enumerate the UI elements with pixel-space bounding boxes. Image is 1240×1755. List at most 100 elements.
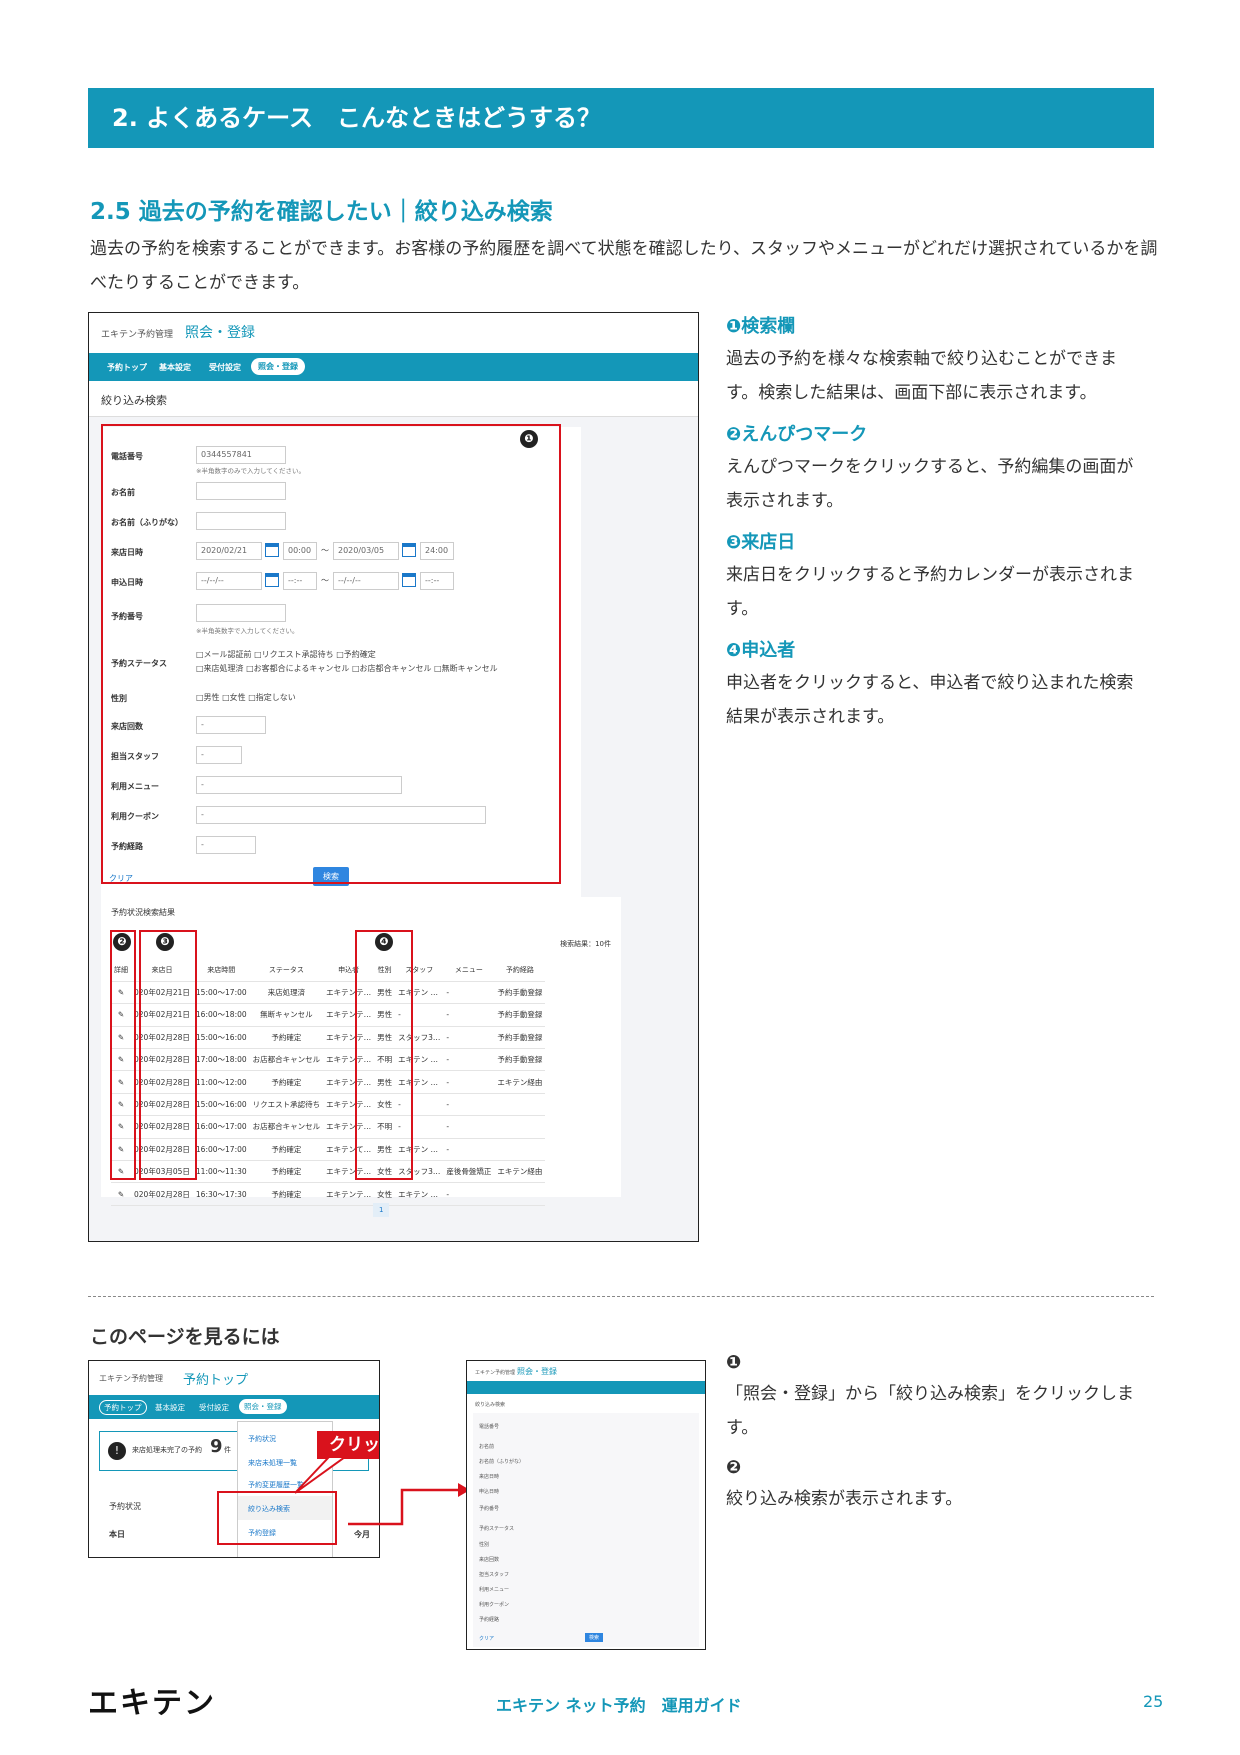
visit-date-link[interactable]: 020年02月28日 bbox=[131, 1182, 193, 1206]
table-cell: - bbox=[443, 1138, 495, 1162]
nav-basic[interactable]: 基本設定 bbox=[155, 1402, 185, 1413]
results-header: メニュー bbox=[443, 959, 495, 982]
callout-3-body: 来店日をクリックすると予約カレンダーが表示されます。 bbox=[726, 565, 1134, 619]
thumb-kana: お名前（ふりがな） bbox=[479, 1459, 525, 1465]
table-cell: 17:00〜18:00 bbox=[192, 1048, 250, 1072]
pager-1[interactable]: 1 bbox=[373, 1203, 390, 1217]
pencil-column-highlight bbox=[110, 930, 136, 1180]
brand-logo: エキテン bbox=[88, 1686, 216, 1721]
table-cell: - bbox=[443, 1115, 495, 1139]
nav-top-pill[interactable]: 予約トップ bbox=[99, 1400, 147, 1415]
thumb-number: 予約番号 bbox=[479, 1506, 500, 1512]
step-2-num: ❷ bbox=[726, 1457, 742, 1478]
callout-3-title: ❸来店日 bbox=[726, 532, 796, 553]
sub-title: 絞り込み検索 bbox=[101, 394, 167, 407]
table-cell bbox=[494, 1182, 546, 1206]
results-title: 予約状況検索結果 bbox=[111, 908, 175, 917]
step-1-text: 「照会・登録」から「絞り込み検索」をクリックします。 bbox=[726, 1384, 1134, 1438]
thumb-gender: 性別 bbox=[479, 1542, 490, 1548]
thumb-sub-title: 絞り込み検索 bbox=[475, 1402, 506, 1408]
thumb-phone: 電話番号 bbox=[479, 1424, 500, 1430]
table-cell: - bbox=[443, 1182, 495, 1206]
menu-item-status[interactable]: 予約状況 bbox=[248, 1434, 276, 1444]
table-cell: 11:00〜11:30 bbox=[192, 1160, 250, 1184]
table-cell: 無断キャンセル bbox=[249, 1003, 324, 1027]
marker-1: ❶ bbox=[520, 430, 538, 448]
thumb-route: 予約経路 bbox=[479, 1617, 500, 1623]
nav-app-name: エキテン予約管理 bbox=[99, 1374, 163, 1383]
nav-reception[interactable]: 受付設定 bbox=[209, 362, 241, 373]
footer-title: エキテン ネット予約 運用ガイド bbox=[496, 1696, 742, 1715]
notice-unit: 件 bbox=[224, 1446, 231, 1454]
table-cell: - bbox=[443, 1026, 495, 1050]
table-cell: 11:00〜12:00 bbox=[192, 1070, 250, 1094]
table-cell: 予約手動登録 bbox=[494, 981, 546, 1005]
notice-text: 来店処理未完了の予約 bbox=[132, 1446, 202, 1454]
table-cell: 女性 bbox=[374, 1182, 396, 1206]
callout-2-title: ❷えんぴつマーク bbox=[726, 424, 868, 445]
table-cell bbox=[494, 1093, 546, 1117]
table-cell: 予約確定 bbox=[249, 1182, 324, 1206]
thumb-clear: クリア bbox=[479, 1636, 495, 1642]
nav-bar: 予約トップ 基本設定 受付設定 照会・登録 bbox=[89, 1395, 379, 1419]
status-heading: 予約状況 bbox=[109, 1502, 141, 1511]
nav-reception[interactable]: 受付設定 bbox=[199, 1402, 229, 1413]
marker-2: ❷ bbox=[113, 933, 131, 951]
date-column-highlight bbox=[139, 930, 197, 1180]
table-cell: - bbox=[443, 981, 495, 1005]
menu-highlight bbox=[217, 1491, 337, 1545]
nav-basic[interactable]: 基本設定 bbox=[159, 362, 191, 373]
table-cell: エキテン … bbox=[395, 1182, 444, 1206]
page-number: 25 bbox=[1143, 1692, 1164, 1711]
thumb-visit: 来店日時 bbox=[479, 1474, 500, 1480]
table-cell: - bbox=[443, 1070, 495, 1094]
table-cell: - bbox=[443, 1003, 495, 1027]
callout-4-body: 申込者をクリックすると、申込者で絞り込まれた検索結果が表示されます。 bbox=[726, 673, 1134, 727]
thumb-staff: 担当スタッフ bbox=[479, 1572, 510, 1578]
search-screenshot: エキテン予約管理 照会・登録 予約トップ 基本設定 受付設定 照会・登録 絞り込… bbox=[88, 312, 699, 1242]
thumb-apply: 申込日時 bbox=[479, 1489, 500, 1495]
thumb-search: 検索 bbox=[585, 1633, 604, 1642]
table-cell bbox=[494, 1138, 546, 1162]
thumb-menu: 利用メニュー bbox=[479, 1587, 510, 1593]
thumb-coupon: 利用クーポン bbox=[479, 1602, 510, 1608]
applicant-column-highlight bbox=[355, 930, 413, 1180]
sub-header: 絞り込み検索 bbox=[89, 381, 698, 417]
pencil-icon[interactable]: ✎ bbox=[111, 1182, 131, 1206]
results-count: 検索結果：10件 bbox=[560, 940, 611, 948]
thumb-status: 予約ステータス bbox=[479, 1526, 515, 1532]
table-cell: 16:00〜17:00 bbox=[192, 1138, 250, 1162]
table-cell: - bbox=[443, 1048, 495, 1072]
table-cell: 15:00〜16:00 bbox=[192, 1093, 250, 1117]
alert-icon: ! bbox=[108, 1442, 126, 1460]
table-cell: 産後骨盤矯正 bbox=[443, 1160, 495, 1184]
table-cell: お店都合キャンセル bbox=[249, 1115, 324, 1139]
callout-2-body: えんぴつマークをクリックすると、予約編集の画面が表示されます。 bbox=[726, 457, 1134, 511]
howto-steps: ❶ 「照会・登録」から「絞り込み検索」をクリックします。 ❷ 絞り込み検索が表示… bbox=[726, 1352, 1156, 1516]
app-nav: 予約トップ 基本設定 受付設定 照会・登録 bbox=[89, 353, 698, 381]
thumb-page-name: 照会・登録 bbox=[517, 1367, 557, 1376]
results-header: 予約経路 bbox=[494, 959, 546, 982]
nav-top[interactable]: 予約トップ bbox=[107, 362, 147, 373]
thumb-nav bbox=[467, 1381, 705, 1394]
page-name: 照会・登録 bbox=[185, 325, 255, 341]
table-cell: エキテン経由 bbox=[494, 1070, 546, 1094]
table-cell: 15:00〜16:00 bbox=[192, 1026, 250, 1050]
table-cell: 16:30〜17:30 bbox=[192, 1182, 250, 1206]
divider bbox=[88, 1296, 1154, 1297]
step-2-text: 絞り込み検索が表示されます。 bbox=[726, 1489, 963, 1509]
table-cell bbox=[494, 1115, 546, 1139]
app-header: エキテン予約管理 照会・登録 bbox=[89, 313, 698, 353]
nav-screenshot: エキテン予約管理 予約トップ 予約トップ 基本設定 受付設定 照会・登録 ! 来… bbox=[88, 1360, 380, 1558]
flow-arrow-icon bbox=[348, 1483, 470, 1526]
nav-inquiry[interactable]: 照会・登録 bbox=[251, 358, 305, 375]
notice-count: 9 bbox=[210, 1436, 223, 1457]
chapter-heading: 2. よくあるケース こんなときはどうする？ bbox=[88, 88, 1154, 148]
thumb-name: お名前 bbox=[479, 1444, 495, 1450]
search-area-highlight bbox=[101, 424, 561, 884]
applicant-link[interactable]: エキテンテ… bbox=[323, 1182, 375, 1206]
results-header: ステータス bbox=[249, 959, 324, 982]
nav-inquiry-pill[interactable]: 照会・登録 bbox=[239, 1399, 287, 1414]
step-1-num: ❶ bbox=[726, 1352, 742, 1373]
table-cell: 予約手動登録 bbox=[494, 1026, 546, 1050]
